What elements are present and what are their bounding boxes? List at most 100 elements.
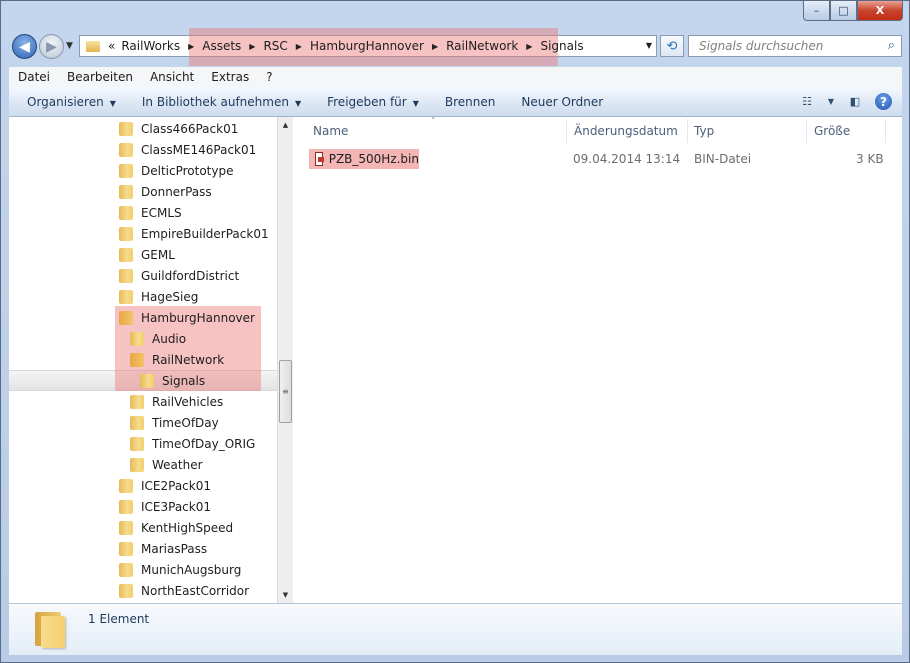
- folder-icon: [86, 40, 100, 52]
- share-label: Freigeben für: [327, 94, 407, 109]
- folder-icon: [31, 610, 67, 650]
- tree-item[interactable]: Class466Pack01: [119, 118, 238, 139]
- menu-ansicht[interactable]: Ansicht: [150, 70, 194, 84]
- tree-item[interactable]: RailVehicles: [130, 391, 223, 412]
- maximize-button[interactable]: □: [830, 1, 857, 21]
- column-name[interactable]: Name: [313, 117, 348, 144]
- file-name-cell[interactable]: PZB_500Hz.bin: [309, 149, 419, 169]
- chevron-down-icon: ▼: [294, 98, 302, 108]
- tree-item[interactable]: ICE3Pack01: [119, 496, 211, 517]
- search-icon[interactable]: ⌕: [888, 38, 895, 53]
- crumb-signals[interactable]: Signals: [540, 39, 583, 53]
- tree-item[interactable]: MunichAugsburg: [119, 559, 241, 580]
- tree-item[interactable]: NorthEastCorridor: [119, 580, 249, 601]
- tree-item[interactable]: KentHighSpeed: [119, 517, 233, 538]
- tree-item[interactable]: ICE2Pack01: [119, 475, 211, 496]
- sort-up-icon: ˄: [431, 117, 436, 127]
- scroll-down-icon[interactable]: ▼: [278, 587, 293, 603]
- chevron-right-icon[interactable]: ▶: [249, 42, 255, 51]
- folder-icon: [130, 394, 144, 409]
- tree-item[interactable]: HamburgHannover: [119, 307, 255, 328]
- column-size[interactable]: Größe: [814, 117, 850, 144]
- share-button[interactable]: Freigeben für ▼: [327, 95, 419, 109]
- tree-item-label: ECMLS: [141, 205, 182, 220]
- tree-item[interactable]: HageSieg: [119, 286, 198, 307]
- preview-pane-icon[interactable]: ◧: [847, 95, 863, 109]
- breadcrumb: « RailWorks ▶ Assets ▶ RSC ▶ HamburgHannove…: [100, 39, 584, 53]
- tree-item[interactable]: GuildfordDistrict: [119, 265, 239, 286]
- crumb-railworks[interactable]: RailWorks: [121, 39, 180, 53]
- file-size: 3 KB: [856, 152, 884, 166]
- menu-help[interactable]: ?: [266, 70, 272, 84]
- menu-datei[interactable]: Datei: [18, 70, 50, 84]
- tree-item[interactable]: DonnerPass: [119, 181, 212, 202]
- burn-button[interactable]: Brennen: [445, 95, 495, 109]
- file-row[interactable]: PZB_500Hz.bin 09.04.2014 13:14 BIN-Datei…: [293, 149, 902, 169]
- tree-item-label: TimeOfDay: [152, 415, 219, 430]
- refresh-icon: ⟲: [666, 38, 678, 54]
- view-options-icon[interactable]: ☷: [799, 95, 815, 109]
- folder-icon: [119, 163, 133, 178]
- menu-extras[interactable]: Extras: [211, 70, 249, 84]
- column-divider[interactable]: [687, 119, 688, 143]
- refresh-button[interactable]: ⟲: [660, 35, 684, 57]
- explorer-window: – □ X ◀ ▶ ▼ « RailWorks ▶ Assets ▶ RSC ▶ Ha…: [0, 0, 910, 663]
- address-dropdown-icon[interactable]: ▼: [646, 41, 652, 50]
- help-icon[interactable]: ?: [875, 93, 892, 110]
- folder-icon: [119, 268, 133, 283]
- menu-bearbeiten[interactable]: Bearbeiten: [67, 70, 133, 84]
- new-folder-button[interactable]: Neuer Ordner: [521, 95, 603, 109]
- crumb-assets[interactable]: Assets: [202, 39, 241, 53]
- library-button[interactable]: In Bibliothek aufnehmen ▼: [142, 95, 301, 109]
- organize-button[interactable]: Organisieren ▼: [27, 95, 116, 109]
- column-type[interactable]: Typ: [694, 117, 714, 144]
- library-label: In Bibliothek aufnehmen: [141, 94, 289, 109]
- chevron-right-icon[interactable]: ▶: [188, 42, 194, 51]
- tree-item[interactable]: GEML: [119, 244, 175, 265]
- tree-item[interactable]: ECMLS: [119, 202, 182, 223]
- column-divider[interactable]: [806, 119, 807, 143]
- tree-item[interactable]: MariasPass: [119, 538, 207, 559]
- scroll-up-icon[interactable]: ▲: [278, 117, 293, 133]
- close-button[interactable]: X: [857, 1, 903, 21]
- forward-button[interactable]: ▶: [39, 34, 64, 59]
- tree-item[interactable]: TimeOfDay: [130, 412, 219, 433]
- folder-icon: [130, 331, 144, 346]
- tree-item[interactable]: DelticPrototype: [119, 160, 233, 181]
- command-bar: Organisieren ▼ In Bibliothek aufnehmen ▼ F…: [9, 87, 902, 117]
- tree-item[interactable]: EmpireBuilderPack01: [119, 223, 269, 244]
- tree-item[interactable]: TimeOfDay_ORIG: [130, 433, 255, 454]
- chevron-down-icon[interactable]: ▼: [827, 95, 835, 109]
- scroll-thumb[interactable]: ≡: [279, 360, 292, 423]
- column-divider[interactable]: [885, 119, 886, 143]
- column-modified[interactable]: Änderungsdatum: [574, 117, 678, 144]
- breadcrumb-overflow[interactable]: «: [108, 39, 115, 53]
- folder-icon: [119, 142, 133, 157]
- search-input[interactable]: Signals durchsuchen ⌕: [688, 35, 902, 57]
- tree-item[interactable]: Signals: [140, 370, 205, 391]
- tree-item-label: Weather: [152, 457, 203, 472]
- chevron-right-icon[interactable]: ▶: [526, 42, 532, 51]
- crumb-railnetwork[interactable]: RailNetwork: [446, 39, 518, 53]
- folder-icon: [119, 583, 133, 598]
- tree-item[interactable]: Weather: [130, 454, 203, 475]
- tree-item-label: Class466Pack01: [141, 121, 239, 136]
- crumb-rsc[interactable]: RSC: [263, 39, 287, 53]
- tree-item-label: EmpireBuilderPack01: [141, 226, 269, 241]
- chevron-right-icon[interactable]: ▶: [432, 42, 438, 51]
- recent-pages-dropdown[interactable]: ▼: [66, 41, 73, 51]
- tree-item[interactable]: RailNetwork: [130, 349, 224, 370]
- tree-item[interactable]: Audio: [130, 328, 186, 349]
- crumb-hamburghannover[interactable]: HamburgHannover: [310, 39, 424, 53]
- back-button[interactable]: ◀: [12, 34, 37, 59]
- address-bar[interactable]: « RailWorks ▶ Assets ▶ RSC ▶ HamburgHannove…: [79, 28, 657, 66]
- minimize-button[interactable]: –: [803, 1, 830, 21]
- tree-item-label: MariasPass: [141, 541, 208, 556]
- file-modified: 09.04.2014 13:14: [573, 152, 681, 166]
- column-divider[interactable]: [566, 119, 567, 143]
- tree-item-label: Audio: [152, 331, 187, 346]
- chevron-right-icon[interactable]: ▶: [296, 42, 302, 51]
- folder-icon: [140, 373, 154, 388]
- nav-scrollbar[interactable]: ▲ ≡ ▼: [277, 117, 293, 603]
- tree-item[interactable]: ClassME146Pack01: [119, 139, 256, 160]
